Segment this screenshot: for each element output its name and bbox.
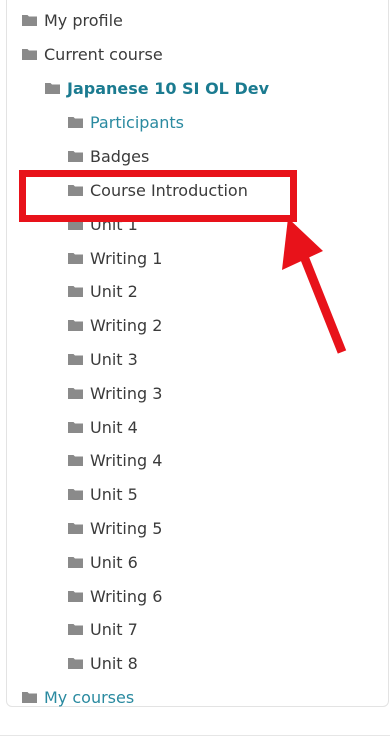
nav-item-label: Writing 5 [90, 518, 163, 538]
nav-item-course-japanese-10[interactable]: Japanese 10 SI OL Dev [45, 73, 269, 103]
nav-item-section[interactable]: Writing 6 [68, 581, 162, 611]
nav-item-section[interactable]: Unit 3 [68, 344, 138, 374]
nav-item-label: My profile [44, 10, 123, 30]
nav-item-label: Writing 6 [90, 586, 163, 606]
folder-icon [68, 318, 83, 332]
folder-icon [68, 656, 83, 670]
nav-item-label: Japanese 10 SI OL Dev [67, 78, 269, 98]
nav-item-label: Current course [44, 44, 163, 64]
folder-icon [68, 251, 83, 265]
nav-item-label: My courses [44, 687, 135, 707]
nav-item-label: Writing 2 [90, 315, 163, 335]
nav-item-section[interactable]: Writing 3 [68, 378, 162, 408]
nav-item-label: Unit 2 [90, 281, 138, 301]
nav-item-label: Unit 6 [90, 552, 138, 572]
folder-icon [68, 149, 83, 163]
nav-item-participants[interactable]: Participants [68, 107, 184, 137]
nav-item-section[interactable]: Writing 2 [68, 310, 162, 340]
folder-icon [22, 47, 37, 61]
folder-icon [22, 13, 37, 27]
folder-icon [68, 386, 83, 400]
highlight-box-annotation [19, 170, 297, 222]
folder-icon [68, 487, 83, 501]
nav-item-label: Writing 3 [90, 383, 163, 403]
nav-item-my-profile[interactable]: My profile [22, 5, 123, 35]
nav-item-section[interactable]: Unit 8 [68, 648, 138, 678]
nav-item-label: Unit 5 [90, 484, 138, 504]
folder-icon [45, 81, 60, 95]
nav-item-section[interactable]: Unit 5 [68, 479, 138, 509]
folder-icon [68, 521, 83, 535]
nav-item-badges[interactable]: Badges [68, 141, 149, 171]
nav-item-section[interactable]: Writing 4 [68, 445, 162, 475]
nav-item-section[interactable]: Unit 2 [68, 276, 138, 306]
nav-item-label: Writing 4 [90, 450, 163, 470]
nav-item-section[interactable]: Writing 5 [68, 513, 162, 543]
folder-icon [68, 115, 83, 129]
nav-item-section[interactable]: Unit 7 [68, 614, 138, 644]
nav-item-label: Unit 4 [90, 417, 138, 437]
folder-icon [68, 453, 83, 467]
nav-item-section[interactable]: Unit 6 [68, 547, 138, 577]
nav-item-label: Badges [90, 146, 150, 166]
nav-item-label: Participants [90, 112, 184, 132]
folder-icon [68, 284, 83, 298]
folder-icon [68, 622, 83, 636]
nav-item-section[interactable]: Unit 4 [68, 412, 138, 442]
folder-icon [68, 420, 83, 434]
folder-icon [68, 352, 83, 366]
nav-item-section[interactable]: Writing 1 [68, 243, 162, 273]
nav-item-label: Unit 8 [90, 653, 138, 673]
divider [0, 735, 390, 736]
nav-item-my-courses[interactable]: My courses [22, 682, 134, 712]
folder-icon [68, 555, 83, 569]
nav-item-label: Unit 3 [90, 349, 138, 369]
red-arrow-annotation [282, 218, 347, 354]
folder-icon [68, 589, 83, 603]
folder-icon [22, 690, 37, 704]
nav-item-label: Writing 1 [90, 248, 163, 268]
nav-item-current-course[interactable]: Current course [22, 39, 163, 69]
nav-item-label: Unit 7 [90, 619, 138, 639]
